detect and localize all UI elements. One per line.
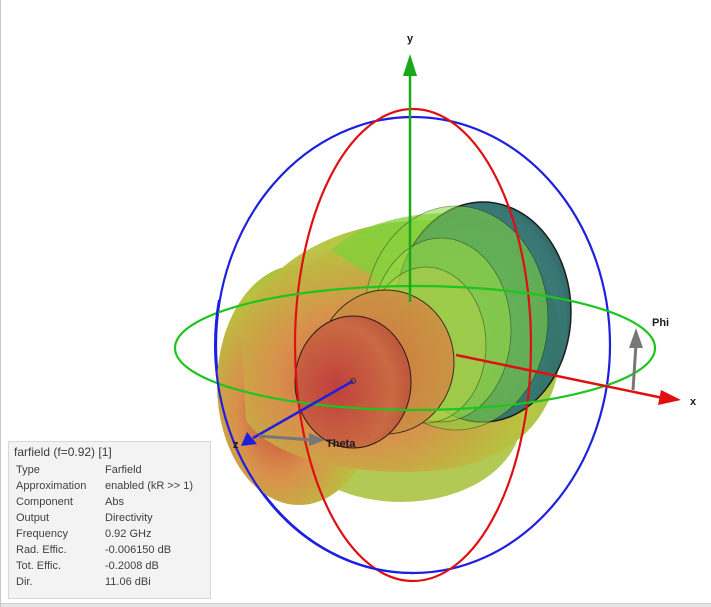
info-row-rad-effic: Rad. Effic. -0.006150 dB [16,544,172,556]
x-axis-label: x [690,396,697,408]
z-axis-label: z [233,439,239,451]
farfield-3d-viewport[interactable]: y x z Theta Phi farfield (f=0.92) [1] Ty… [0,0,711,607]
bottom-scroll-strip[interactable] [1,603,711,607]
theta-label: Theta [326,438,356,450]
y-axis-arrowhead [403,54,417,76]
info-row-component: Component Abs [16,496,124,508]
info-row-output: Output Directivity [16,512,153,524]
phi-arrow [629,328,643,391]
phi-label: Phi [652,317,669,329]
info-row-frequency: Frequency 0.92 GHz [16,528,152,540]
radiation-pattern [217,201,572,505]
x-axis-arrowhead [658,390,681,405]
info-panel-title: farfield (f=0.92) [1] [14,445,112,459]
info-row-dir: Dir. 11.06 dBi [16,576,151,588]
info-row-type: Type Farfield [16,464,142,476]
farfield-info-panel: farfield (f=0.92) [1] Type Farfield Appr… [8,441,211,599]
info-row-approximation: Approximation enabled (kR >> 1) [16,480,194,492]
info-row-tot-effic: Tot. Effic. -0.2008 dB [16,560,159,572]
y-axis-label: y [407,33,414,45]
